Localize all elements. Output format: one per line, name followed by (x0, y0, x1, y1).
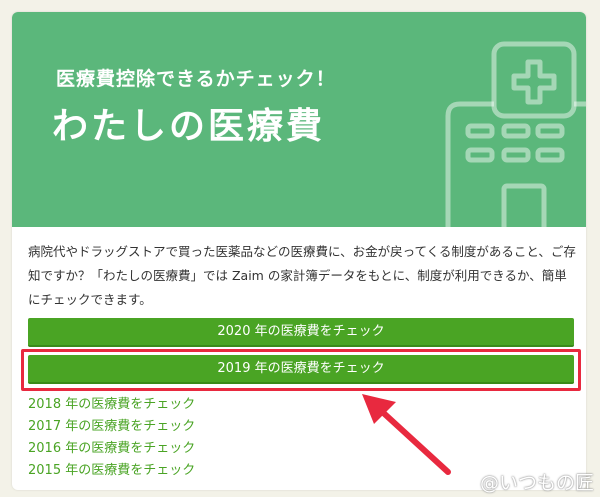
check-2017-link[interactable]: 2017 年の医療費をチェック (28, 416, 195, 438)
check-2015-link[interactable]: 2015 年の医療費をチェック (28, 460, 195, 482)
medical-expense-card: 医療費控除できるかチェック！ わたしの医療費 病院代やドラッグストアで買った医薬… (12, 12, 586, 490)
hospital-building-icon (445, 41, 586, 227)
page-title: わたしの医療費 (52, 106, 326, 147)
past-year-links: 2018 年の医療費をチェック 2017 年の医療費をチェック 2016 年の医… (28, 394, 195, 482)
check-2016-link[interactable]: 2016 年の医療費をチェック (28, 438, 195, 460)
check-2020-button[interactable]: 2020 年の医療費をチェック (28, 318, 574, 347)
highlight-box (21, 349, 581, 391)
hero-banner: 医療費控除できるかチェック！ わたしの医療費 (12, 12, 586, 227)
watermark: @いつもの匠 (480, 472, 595, 494)
description-text: 病院代やドラッグストアで買った医薬品などの医療費に、お金が戻ってくる制度があるこ… (28, 244, 576, 307)
hero-subtitle: 医療費控除できるかチェック！ (56, 68, 336, 90)
check-2018-link[interactable]: 2018 年の医療費をチェック (28, 394, 195, 416)
red-arrow-icon (362, 394, 451, 475)
